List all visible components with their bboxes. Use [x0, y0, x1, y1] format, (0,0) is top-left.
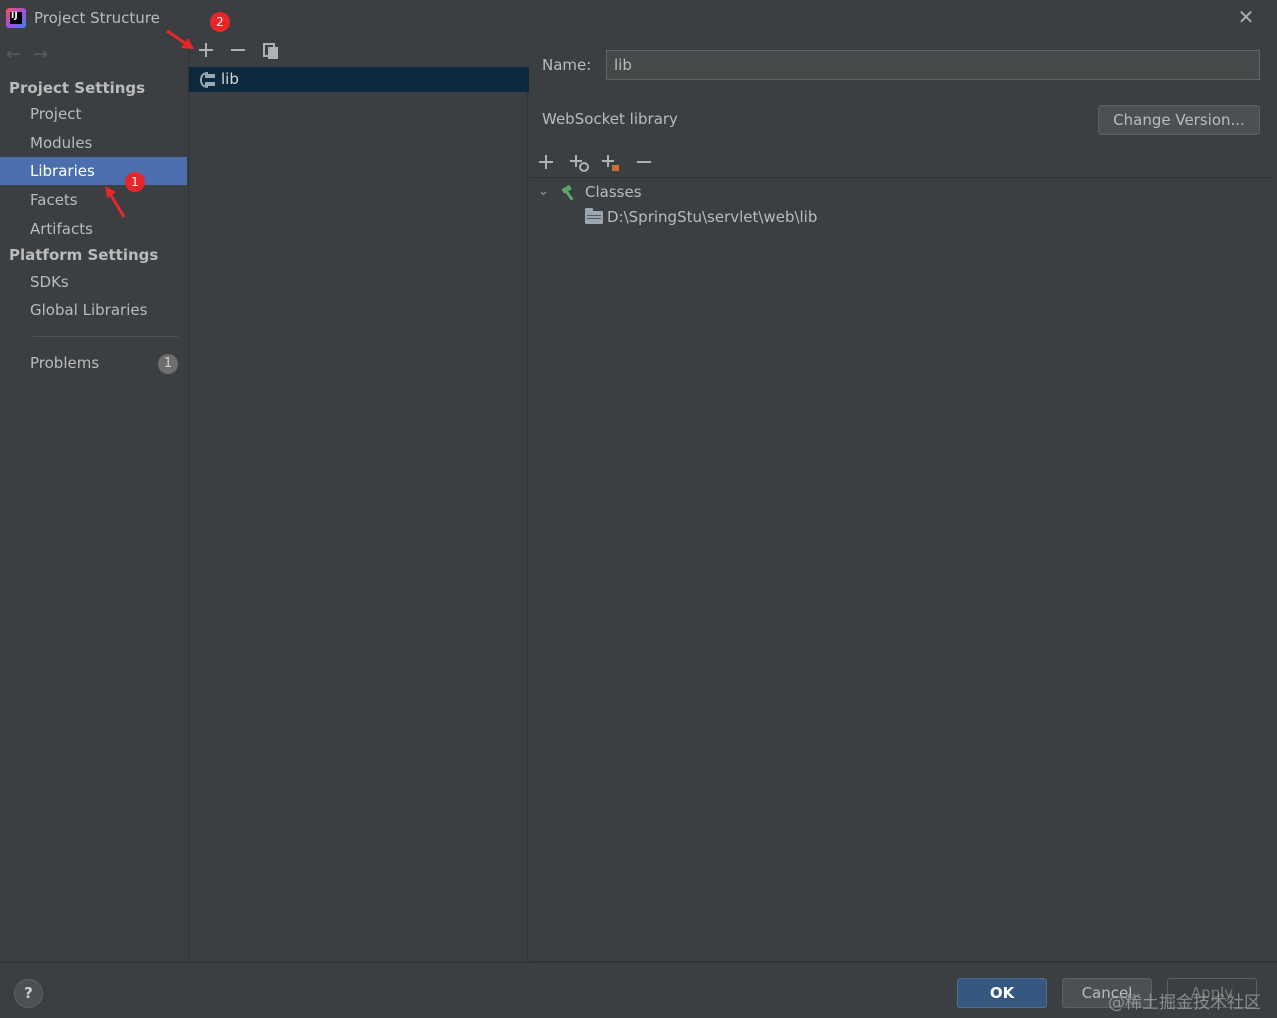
annotation-arrow-1 — [105, 186, 126, 218]
close-icon[interactable]: ✕ — [1236, 7, 1256, 27]
library-list-item[interactable]: lib — [189, 67, 529, 92]
chevron-down-icon[interactable]: ⌄ — [538, 180, 552, 204]
problems-count-badge: 1 — [158, 354, 178, 374]
add-icon[interactable] — [535, 151, 557, 173]
classes-path-node[interactable]: D:\SpringStu\servlet\web\lib — [530, 205, 1275, 229]
settings-sidebar: ←→ Project Settings Project Modules Libr… — [0, 36, 187, 962]
library-name: lib — [221, 70, 239, 88]
project-settings-header: Project Settings — [9, 79, 146, 97]
classes-node[interactable]: ⌄ Classes — [530, 180, 1275, 204]
nav-arrows: ←→ — [6, 44, 60, 65]
name-label: Name: — [542, 56, 592, 74]
sidebar-item-libraries[interactable]: Libraries — [0, 157, 187, 185]
remove-icon[interactable] — [633, 151, 655, 173]
library-details-panel: Name: WebSocket library Change Version..… — [530, 36, 1277, 962]
watermark: @稀土掘金技术社区 — [1108, 993, 1261, 1013]
sidebar-item-global-libraries[interactable]: Global Libraries — [0, 296, 187, 324]
annotation-arrow-2 — [166, 29, 194, 49]
classes-toolbar — [530, 148, 1275, 178]
classes-path-label: D:\SpringStu\servlet\web\lib — [607, 208, 818, 226]
sidebar-item-project[interactable]: Project — [0, 100, 187, 128]
add-jar-icon[interactable] — [568, 151, 590, 173]
help-button[interactable]: ? — [14, 979, 43, 1008]
sidebar-divider — [33, 336, 178, 337]
folder-icon — [585, 208, 603, 224]
change-version-button[interactable]: Change Version... — [1098, 105, 1260, 135]
platform-settings-header: Platform Settings — [9, 246, 159, 264]
classes-label: Classes — [585, 183, 642, 201]
ok-button[interactable]: OK — [957, 978, 1047, 1008]
sidebar-item-modules[interactable]: Modules — [0, 129, 187, 157]
plus-icon[interactable] — [196, 39, 216, 61]
annotation-badge-1: 1 — [125, 172, 145, 192]
window-title: Project Structure — [34, 9, 160, 27]
hammer-icon — [561, 184, 579, 201]
libraries-panel: lib — [188, 36, 529, 962]
sidebar-item-facets[interactable]: Facets — [0, 186, 187, 214]
back-arrow-icon[interactable]: ← — [6, 44, 33, 65]
copy-icon[interactable] — [261, 39, 281, 61]
add-source-icon[interactable] — [600, 151, 622, 173]
dialog-footer: ? OK Cancel Apply @稀土掘金技术社区 — [0, 962, 1277, 1018]
library-name-input[interactable] — [606, 50, 1260, 80]
library-type-label: WebSocket library — [542, 110, 678, 128]
forward-arrow-icon[interactable]: → — [33, 44, 60, 65]
sidebar-item-artifacts[interactable]: Artifacts — [0, 215, 187, 243]
libraries-toolbar — [189, 36, 529, 66]
sidebar-item-sdks[interactable]: SDKs — [0, 268, 187, 296]
intellij-icon: IJ — [6, 8, 26, 28]
library-icon — [199, 71, 215, 88]
minus-icon[interactable] — [228, 39, 248, 61]
annotation-badge-2: 2 — [210, 12, 230, 32]
